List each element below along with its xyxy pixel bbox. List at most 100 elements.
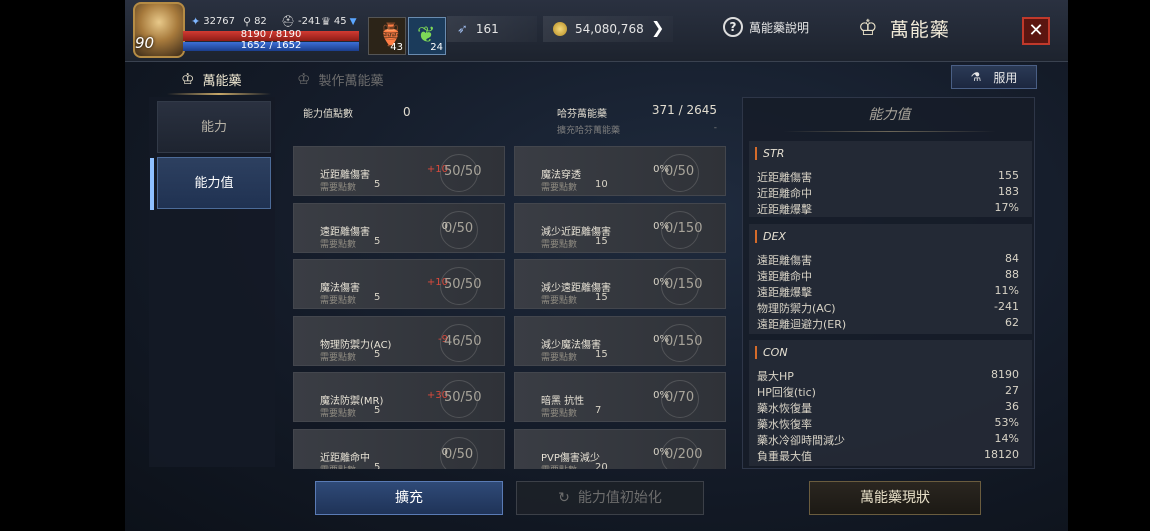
elixir-card[interactable]: 魔法傷害 需要點數 5 +10 50/50 [293,259,505,309]
card-progress: 0/50 [439,436,479,469]
card-progress: 46/50 [439,323,482,362]
stat-value: 27 [1005,384,1019,397]
str-group: STR 近距離傷害 155 近距離命中 183 近距離爆擊 17% [749,141,1032,217]
card-cost: 7 [595,405,602,416]
card-name: 近距離傷害 [320,170,370,181]
stat-label: 藥水恢復量 [757,402,812,415]
card-progress: 0/50 [660,154,700,192]
tab-craft-elixir[interactable]: ♔ 製作萬能藥 [297,66,383,92]
exp-icon: ✦ [191,15,201,28]
elixir-card[interactable]: 魔法穿透 需要點數 10 0% 0/50 [514,146,726,196]
card-name: 物理防禦力(AC) [320,339,392,351]
card-cost-label: 需要點數 [541,296,578,306]
haifen-summary: 哈芬萬能藥 371 / 2645 擴充哈芬萬能藥 - [557,103,717,136]
close-button[interactable]: ✕ [1022,17,1050,45]
stat-row: 藥水恢復量 36 [757,400,1019,416]
search-icon: ⚲ [243,15,252,28]
ac-stat: ⛑ -241 [281,15,321,28]
stat-value: 11% [994,284,1019,297]
stat-row: 近距離命中 183 [757,185,1019,201]
card-cost-label: 需要點數 [320,409,357,419]
sidebar-item-stats[interactable]: 能力值 [150,157,271,210]
stat-row: 遠距離命中 88 [757,268,1019,284]
card-cost: 15 [595,292,608,303]
trophy-stat: ♛ 45 ▼ [321,15,357,28]
stat-value: 36 [1005,400,1019,413]
card-cost: 10 [595,179,608,190]
mp-bar: 1652 / 1652 [183,40,359,51]
chevron-right-icon[interactable]: ❯ [651,18,664,37]
stat-label: 遠距離命中 [757,270,812,283]
card-name: 近距離命中 [320,452,370,464]
card-cost: 5 [374,348,381,360]
elixir-card[interactable]: 減少魔法傷害 需要點數 15 0% 0/150 [514,315,726,366]
con-group: CON 最大HP 8190 HP回復(tic) 27 藥水恢復量 36 藥水恢復率 53% 藥水… [749,340,1032,466]
card-cost: 5 [374,179,381,190]
elixir-card[interactable]: 減少遠距離傷害 需要點數 15 0% 0/150 [514,259,726,309]
stat-row: 負重最大值 18120 [757,448,1019,464]
card-cost-label: 需要點數 [320,463,356,470]
dex-group: DEX 遠距離傷害 84 遠距離命中 88 遠距離爆擊 11% 物理防禦力(AC) -241 遠… [749,224,1032,334]
card-name: 減少魔法傷害 [541,339,601,351]
group-head: DEX [755,230,786,243]
elixir-card[interactable]: PVP傷害減少需要點數200%0/200 [514,428,726,470]
card-cost: 5 [374,292,381,303]
use-button[interactable]: ⚗ 服用 [951,65,1037,89]
elixir-card[interactable]: 魔法防禦(MR) 需要點數 5 +30 50/50 [293,372,505,422]
sidebar-item-ability[interactable]: 能力 [157,101,271,153]
card-name: PVP傷害減少 [541,452,600,464]
elixir-card[interactable]: 物理防禦力(AC) 需要點數 5 -9 46/50 [293,315,505,366]
elixir-grid-panel: 能力值點數 0 哈芬萬能藥 371 / 2645 擴充哈芬萬能藥 - 近距離傷害… [293,97,733,469]
stat-value: 18120 [984,448,1019,461]
stat-label: 近距離傷害 [757,171,812,184]
crown-icon: ♔ [181,70,195,88]
stat-label: 藥水冷卻時間減少 [757,434,845,447]
elixir-card[interactable]: 遠距離傷害 需要點數 5 0 0/50 [293,202,505,253]
help-button[interactable]: ? 萬能藥說明 [723,17,809,37]
elixir-card[interactable]: 減少近距離傷害 需要點數 15 0% 0/150 [514,202,726,253]
elixir-status-button[interactable]: 萬能藥現狀 [809,481,981,515]
card-progress: 50/50 [439,154,482,192]
stat-label: 遠距離傷害 [757,254,812,267]
stat-value: 84 [1005,252,1019,265]
card-cost: 5 [374,405,381,416]
stat-row: 最大HP 8190 [757,368,1019,384]
trophy-icon: ♛ [321,15,331,28]
game-screen: 90 ✦ 32767 ⚲ 82 ⛑ -241 ♛ 45 ▼ 8190 / 819… [125,0,1068,531]
stat-label: 遠距離迴避力(ER) [757,318,847,331]
page-title: ♔ 萬能藥 [858,16,950,41]
herb-slot[interactable]: ❦ 24 [408,17,446,55]
stat-row: HP回復(tic) 27 [757,384,1019,400]
dropdown-icon[interactable]: ▼ [350,17,357,27]
stat-value: 155 [998,169,1019,182]
elixir-card[interactable]: 近距離命中需要點數500/50 [293,428,505,470]
card-progress: 0/50 [439,210,479,249]
stat-value: 88 [1005,268,1019,281]
reset-stats-button[interactable]: ↻ 能力值初始化 [516,481,704,515]
stat-label: 負重最大值 [757,450,812,463]
exp-stat: ✦ 32767 [191,15,236,28]
stats-panel-title: 能力值 [743,104,1036,132]
card-cost-label: 需要點數 [320,296,357,306]
stat-row: 物理防禦力(AC) -241 [757,300,1019,316]
card-progress: 0/150 [660,210,703,249]
search-stat: ⚲ 82 [243,15,267,28]
question-icon: ? [723,17,743,37]
card-cost-label: 需要點數 [541,352,578,363]
potion-slot[interactable]: 🏺 43 [368,17,406,55]
tab-row: ♔ 萬能藥 ♔ 製作萬能藥 ⚗ 服用 [125,62,1068,95]
card-cost-label: 需要點數 [320,239,357,250]
refresh-icon: ↻ [558,490,570,506]
elixir-card[interactable]: 近距離傷害 需要點數 5 +10 50/50 [293,146,505,196]
card-cost: 20 [595,461,608,470]
feather-icon: ➶ [457,21,468,37]
stat-row: 藥水恢復率 53% [757,416,1019,432]
elixir-card[interactable]: 暗黑 抗性 需要點數 7 0% 0/70 [514,372,726,422]
left-letterbox [0,0,125,531]
stat-row: 遠距離迴避力(ER) 62 [757,316,1019,332]
stat-value: 53% [994,416,1019,429]
expand-button[interactable]: 擴充 [315,481,503,515]
card-cost-label: 需要點數 [541,183,578,193]
points-summary: 能力值點數 0 [303,105,411,120]
tab-elixir[interactable]: ♔ 萬能藥 [166,66,273,95]
